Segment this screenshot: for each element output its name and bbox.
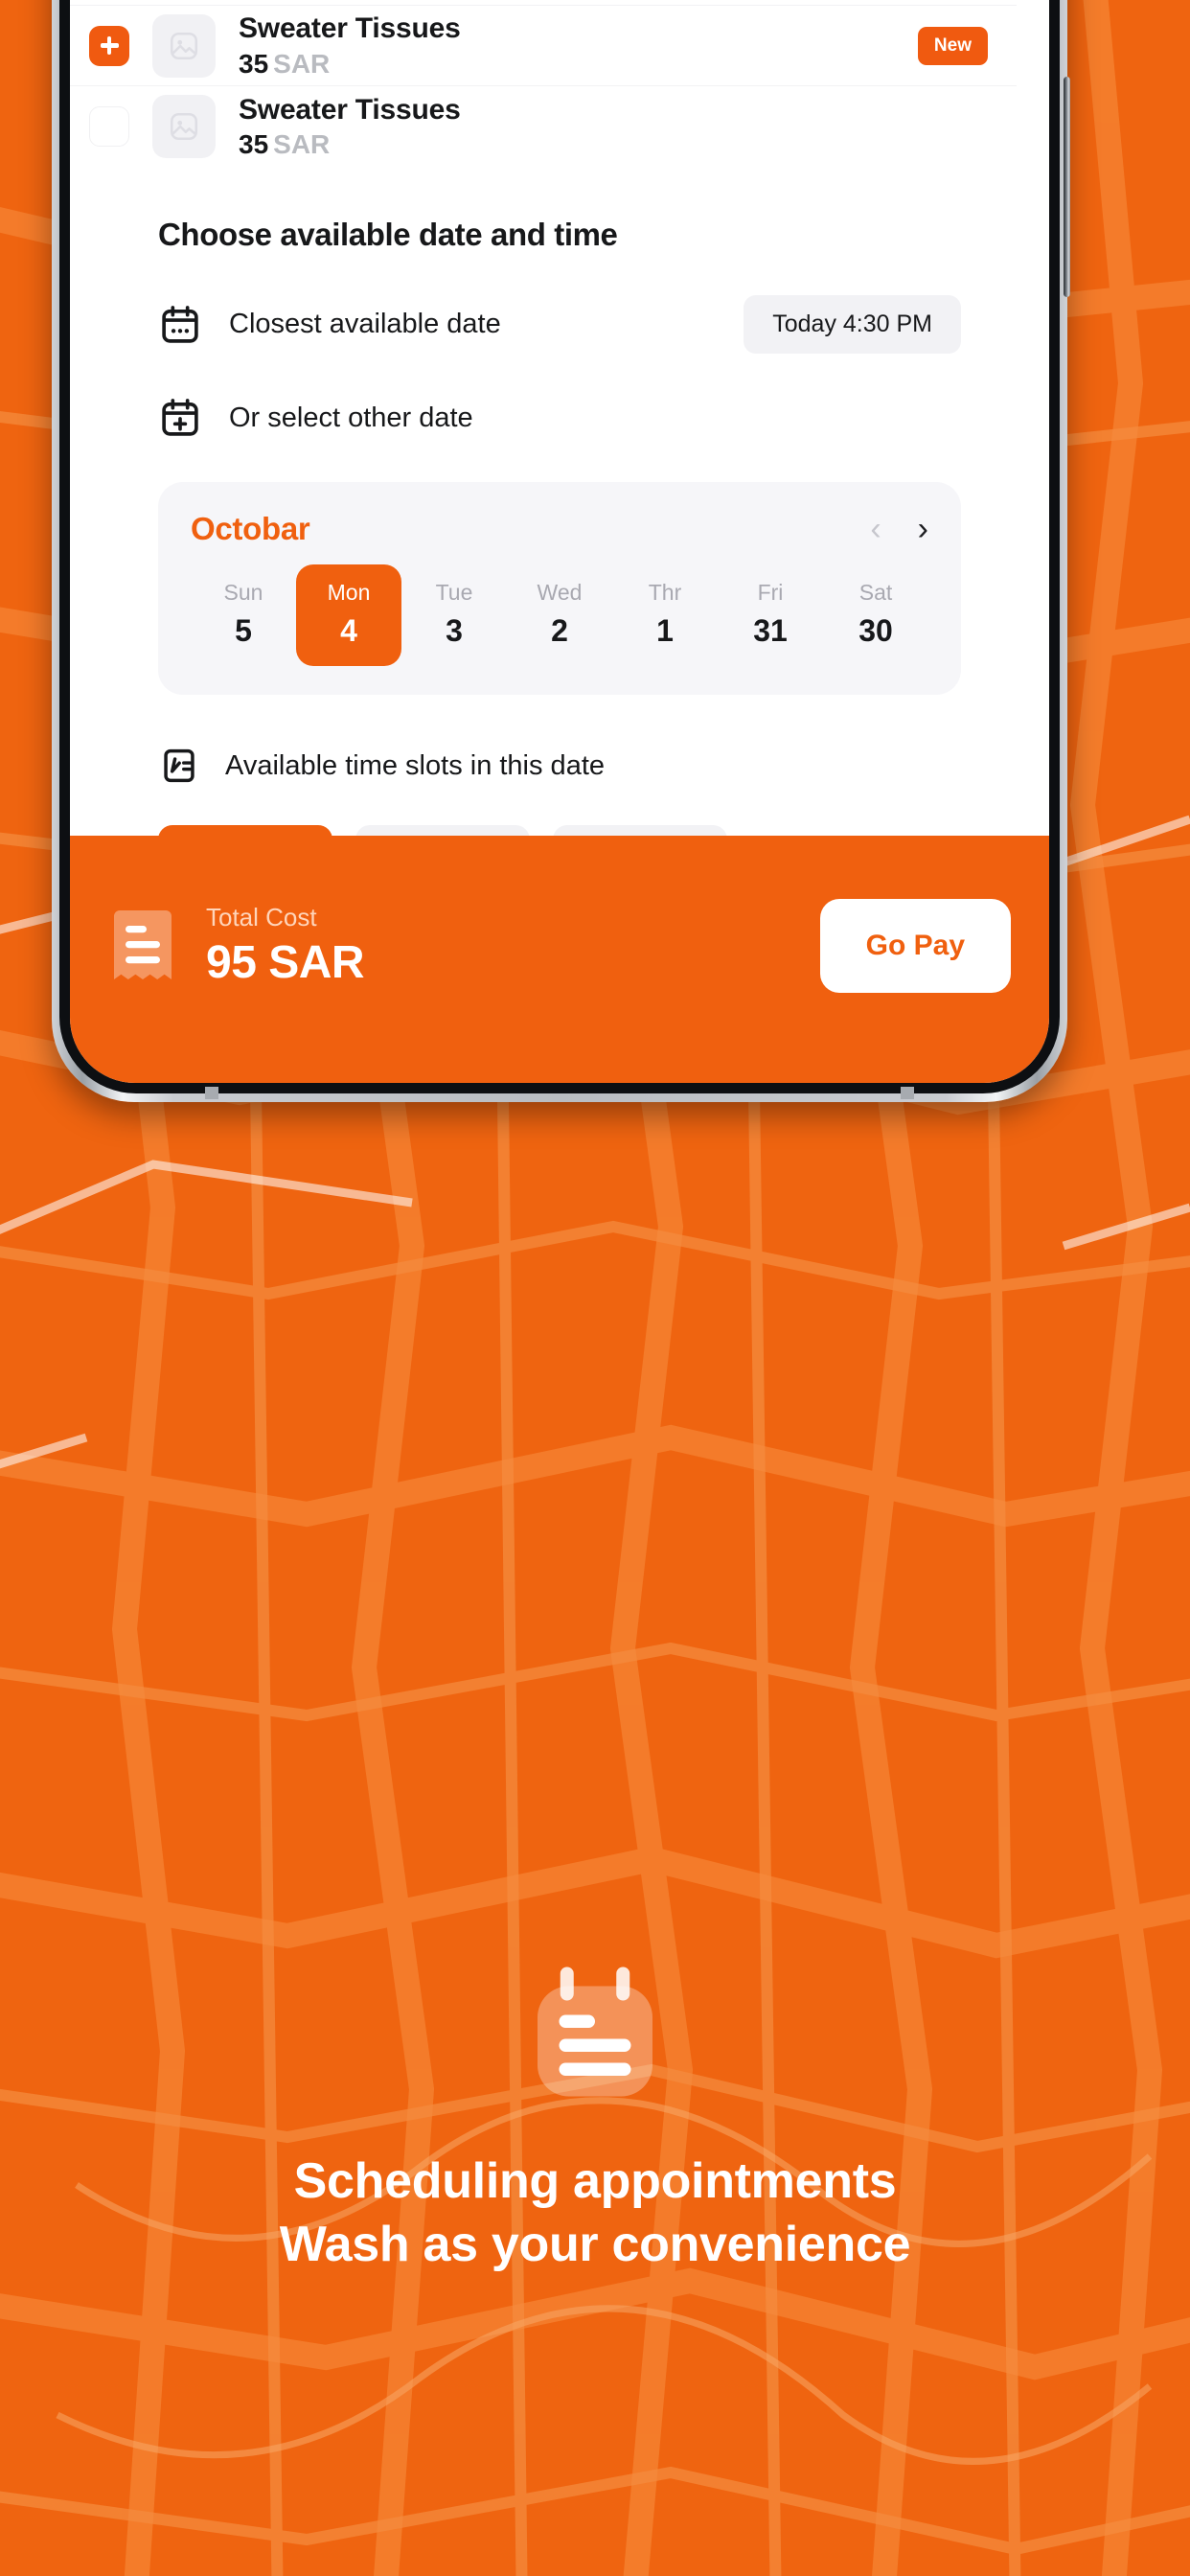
image-placeholder-icon	[168, 30, 200, 62]
calendar-day-strip: Sun 5 Mon 4 Tue 3 Wed 2 Thr 1 Fri 31 Sat 30	[191, 564, 928, 666]
calendar-header: Octobar ‹ ›	[191, 511, 928, 547]
calendar-day-number: 4	[340, 613, 357, 648]
caption-line-2: Wash as your convenience	[279, 2216, 911, 2272]
receipt-icon	[108, 907, 177, 985]
total-cost-value: 95 SAR	[206, 937, 365, 988]
total-cost-bar: Total Cost 95 SAR Go Pay	[70, 836, 1049, 1083]
chevron-left-icon[interactable]: ‹	[870, 513, 881, 545]
calendar-day-number: 3	[446, 613, 463, 648]
calendar-plus-icon	[158, 396, 202, 440]
select-item-checkbox[interactable]	[89, 106, 129, 147]
calendar-day-weekday: Thr	[648, 580, 682, 605]
calendar-day[interactable]: Mon 4	[296, 564, 401, 666]
calendar-dots-icon	[158, 303, 202, 347]
product-meta: Sweater Tissues 35 SAR	[239, 12, 918, 79]
plus-icon	[100, 36, 119, 55]
product-price: 35 SAR	[239, 129, 331, 160]
calendar-day[interactable]: Thr 1	[612, 564, 718, 666]
calendar-day-weekday: Tue	[435, 580, 473, 605]
schedule-note-icon	[158, 745, 200, 787]
phone-antenna-nub-right	[901, 1087, 914, 1099]
calendar-day-weekday: Wed	[537, 580, 583, 605]
closest-date-chip[interactable]: Today 4:30 PM	[744, 295, 961, 354]
calendar-day-weekday: Mon	[327, 580, 371, 605]
calendar-day[interactable]: Wed 2	[507, 564, 612, 666]
calendar-day-number: 30	[858, 613, 893, 648]
select-other-date-row[interactable]: Or select other date	[158, 396, 1049, 440]
product-meta: Sweater Tissues 35 SAR	[239, 93, 1011, 160]
total-cost-label: Total Cost	[206, 903, 317, 932]
caption-line-1: Scheduling appointments	[293, 2153, 897, 2209]
product-price: 35 SAR	[239, 48, 331, 79]
calendar-nav: ‹ ›	[870, 513, 928, 545]
chevron-right-icon[interactable]: ›	[918, 513, 928, 545]
product-list: Sweater Tissues35SARSweater Tissues35SAR…	[70, 0, 1049, 167]
calendar-day-number: 1	[656, 613, 674, 648]
time-slots-header: Available time slots in this date	[158, 745, 1049, 787]
notepad-icon	[518, 1955, 672, 2108]
section-title-schedule: Choose available date and time	[158, 217, 618, 252]
product-row[interactable]: Sweater Tissues 35 SAR	[70, 86, 1017, 167]
product-thumbnail	[152, 95, 216, 158]
calendar-day[interactable]: Sat 30	[823, 564, 928, 666]
phone-antenna-nub-left	[205, 1087, 218, 1099]
select-other-date-label: Or select other date	[229, 402, 473, 433]
total-cost-text: Total Cost 95 SAR	[206, 903, 820, 989]
calendar-day[interactable]: Sun 5	[191, 564, 296, 666]
phone-screen: Sweater Tissues35SARSweater Tissues35SAR…	[70, 0, 1049, 1083]
product-name: Sweater Tissues	[239, 12, 461, 45]
calendar-widget: Octobar ‹ › Sun 5 Mon 4 Tue 3 Wed 2 Thr 1 Fri 31 Sat…	[158, 482, 961, 695]
add-item-button[interactable]	[89, 25, 129, 66]
go-pay-button[interactable]: Go Pay	[819, 899, 1011, 993]
time-slots-label: Available time slots in this date	[225, 749, 606, 781]
closest-available-date-row[interactable]: Closest available date Today 4:30 PM	[158, 295, 1049, 354]
calendar-day-weekday: Fri	[757, 580, 784, 605]
calendar-month-label: Octobar	[191, 511, 310, 546]
product-thumbnail	[152, 13, 216, 78]
phone-mockup: Sweater Tissues35SARSweater Tissues35SAR…	[52, 0, 1070, 1102]
calendar-day[interactable]: Fri 31	[718, 564, 823, 666]
product-currency: SAR	[273, 48, 331, 79]
calendar-day-number: 5	[235, 613, 252, 648]
calendar-day-number: 2	[551, 613, 568, 648]
image-placeholder-icon	[168, 110, 200, 143]
phone-side-button[interactable]	[1064, 77, 1070, 297]
calendar-day-weekday: Sat	[858, 580, 893, 605]
calendar-day-number: 31	[753, 613, 788, 648]
new-badge: New	[917, 26, 988, 65]
product-name: Sweater Tissues	[239, 93, 461, 126]
closest-available-date-label: Closest available date	[229, 309, 501, 339]
product-row[interactable]: Sweater Tissues35SARNew	[70, 6, 1017, 86]
calendar-day[interactable]: Tue 3	[401, 564, 507, 666]
promo-caption: Scheduling appointments Wash as your con…	[0, 1955, 1190, 2276]
product-currency: SAR	[273, 129, 331, 160]
calendar-day-weekday: Sun	[223, 580, 263, 605]
